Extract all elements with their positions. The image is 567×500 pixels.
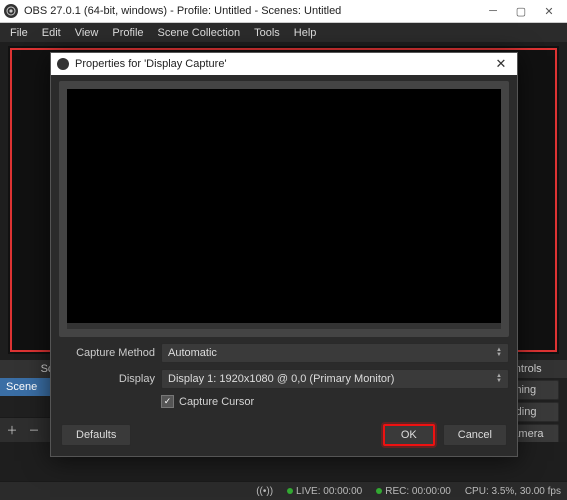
obs-logo-icon <box>57 58 69 70</box>
display-label: Display <box>59 373 161 385</box>
live-indicator-icon <box>287 488 293 494</box>
chevron-down-icon: ▼ <box>496 353 502 358</box>
ok-button[interactable]: OK <box>383 424 435 446</box>
network-icon: ((•)) <box>256 486 273 497</box>
cancel-button[interactable]: Cancel <box>443 424 507 446</box>
menu-view[interactable]: View <box>69 25 105 41</box>
window-titlebar: OBS 27.0.1 (64-bit, windows) - Profile: … <box>0 0 567 23</box>
add-scene-button[interactable]: ＋ <box>4 422 20 438</box>
defaults-button[interactable]: Defaults <box>61 424 131 446</box>
menu-help[interactable]: Help <box>288 25 323 41</box>
capture-method-select[interactable]: Automatic ▲▼ <box>161 343 509 363</box>
obs-logo-icon <box>4 4 18 18</box>
capture-method-label: Capture Method <box>59 347 161 359</box>
dialog-close-button[interactable]: ✕ <box>491 56 511 72</box>
rec-indicator-icon <box>376 488 382 494</box>
status-rec: REC: 00:00:00 <box>385 486 451 497</box>
menu-tools[interactable]: Tools <box>248 25 286 41</box>
dialog-preview <box>67 89 501 329</box>
close-button[interactable]: ✕ <box>535 0 563 22</box>
menu-scene-collection[interactable]: Scene Collection <box>152 25 247 41</box>
status-cpu: CPU: 3.5%, 30.00 fps <box>465 486 561 497</box>
status-bar: ((•)) LIVE: 00:00:00 REC: 00:00:00 CPU: … <box>0 481 567 500</box>
remove-scene-button[interactable]: － <box>26 422 42 438</box>
display-value: Display 1: 1920x1080 @ 0,0 (Primary Moni… <box>168 373 496 385</box>
menu-file[interactable]: File <box>4 25 34 41</box>
display-select[interactable]: Display 1: 1920x1080 @ 0,0 (Primary Moni… <box>161 369 509 389</box>
status-live: LIVE: 00:00:00 <box>296 486 362 497</box>
chevron-down-icon: ▼ <box>496 379 502 384</box>
properties-dialog: Properties for 'Display Capture' ✕ Captu… <box>50 52 518 457</box>
capture-method-value: Automatic <box>168 347 496 359</box>
capture-cursor-label: Capture Cursor <box>179 396 254 408</box>
menu-bar: File Edit View Profile Scene Collection … <box>0 23 567 44</box>
maximize-button[interactable]: ▢ <box>507 0 535 22</box>
window-title: OBS 27.0.1 (64-bit, windows) - Profile: … <box>24 5 479 17</box>
preview-scrollbar[interactable] <box>67 323 501 329</box>
dialog-titlebar: Properties for 'Display Capture' ✕ <box>51 53 517 75</box>
minimize-button[interactable]: ─ <box>479 0 507 22</box>
menu-edit[interactable]: Edit <box>36 25 67 41</box>
dialog-title: Properties for 'Display Capture' <box>75 58 491 70</box>
capture-cursor-checkbox[interactable]: ✓ <box>161 395 174 408</box>
menu-profile[interactable]: Profile <box>106 25 149 41</box>
